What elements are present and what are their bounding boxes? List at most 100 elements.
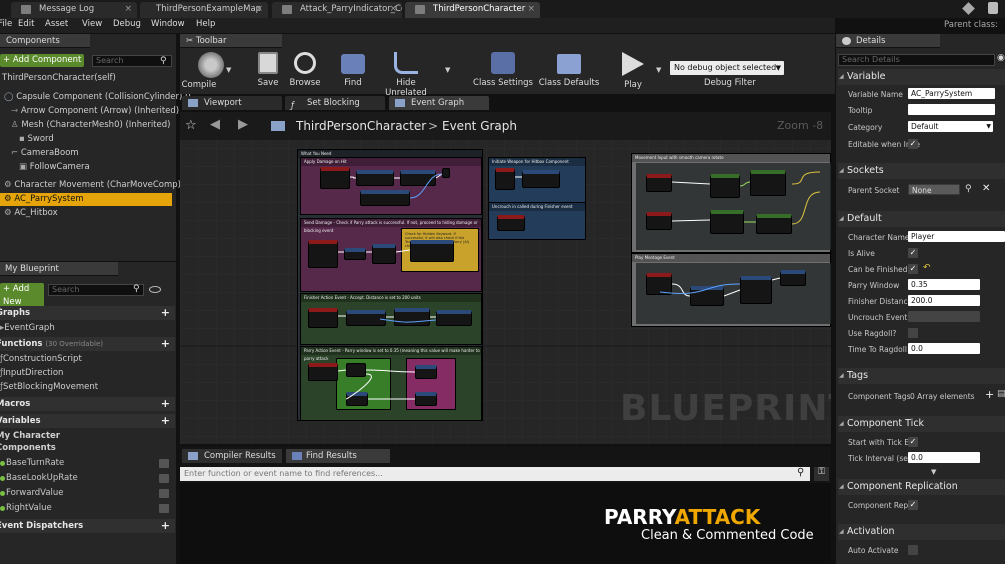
- menu-asset[interactable]: Asset: [45, 19, 68, 29]
- add-dispatcher-icon[interactable]: +: [161, 520, 170, 532]
- menu-file[interactable]: File: [0, 19, 12, 29]
- tab-message-log[interactable]: Message Log ×: [11, 2, 137, 18]
- add-variable-icon[interactable]: +: [161, 415, 170, 427]
- class-settings-button[interactable]: Class Settings: [472, 52, 534, 88]
- compile-options-chevron-icon[interactable]: ▼: [226, 66, 231, 74]
- activation-section[interactable]: Activation: [838, 524, 1005, 540]
- menu-help[interactable]: Help: [196, 19, 215, 29]
- close-icon[interactable]: ×: [527, 2, 535, 17]
- find-references-input[interactable]: Enter function or event name to find ref…: [180, 467, 810, 481]
- parry-window-field[interactable]: 0.35: [908, 279, 980, 290]
- close-icon[interactable]: ×: [124, 2, 132, 17]
- variable-section[interactable]: Variable: [838, 69, 1005, 85]
- component-replicates-checkbox[interactable]: ✓: [908, 500, 918, 510]
- hide-unrelated-button[interactable]: Hide Unrelated: [376, 52, 436, 98]
- variables-section[interactable]: Variables +: [0, 414, 175, 428]
- close-icon[interactable]: ×: [255, 2, 263, 17]
- blueprint-search-input[interactable]: Search: [48, 284, 144, 296]
- component-camera-boom[interactable]: ⌐ CameraBoom: [11, 147, 79, 160]
- component-arrow[interactable]: → Arrow Component (Arrow) (Inherited): [11, 105, 179, 118]
- component-capsule[interactable]: ◯ Capsule Component (CollisionCylinder) …: [4, 91, 191, 104]
- tab-map[interactable]: ThirdPersonExampleMap ×: [140, 2, 268, 18]
- event-dispatchers-section[interactable]: Event Dispatchers +: [0, 519, 175, 533]
- function-set-blocking-movement[interactable]: ƒSetBlockingMovement: [0, 381, 98, 394]
- find-in-all-blueprints-icon[interactable]: ⚿: [814, 467, 829, 481]
- user-icon[interactable]: [988, 2, 998, 14]
- eye-icon[interactable]: [159, 474, 169, 483]
- sockets-section[interactable]: Sockets: [838, 163, 1005, 179]
- tab-parry-indicator[interactable]: Attack_ParryIndicator_Co ×: [272, 2, 402, 18]
- component-self[interactable]: ThirdPersonCharacter(self): [2, 72, 116, 85]
- component-hitbox[interactable]: ⚙ AC_Hitbox: [4, 207, 58, 220]
- can-be-finished-checkbox[interactable]: ✓: [908, 264, 918, 274]
- character-name-field[interactable]: Player: [908, 231, 1005, 242]
- variable-right-value[interactable]: RightValue: [0, 501, 175, 516]
- tooltip-field[interactable]: [908, 104, 995, 115]
- component-character-movement[interactable]: ⚙ Character Movement (CharMoveComp) (In: [4, 179, 195, 192]
- add-component-button[interactable]: + Add Component: [0, 54, 84, 67]
- add-function-icon[interactable]: +: [161, 338, 170, 350]
- compile-button[interactable]: Compile: [176, 52, 224, 90]
- find-button[interactable]: Find: [330, 52, 376, 88]
- source-control-icon[interactable]: [962, 2, 975, 15]
- editable-checkbox[interactable]: ✓: [908, 139, 918, 149]
- time-to-ragdoll-field[interactable]: 0.0: [908, 343, 980, 354]
- functions-section[interactable]: Functions (30 Overridable) +: [0, 337, 175, 351]
- tab-third-person-character[interactable]: ThirdPersonCharacter ×: [405, 2, 540, 18]
- add-graph-icon[interactable]: +: [161, 307, 170, 319]
- expand-advanced-icon[interactable]: ▼: [931, 468, 936, 476]
- is-alive-checkbox[interactable]: ✓: [908, 248, 918, 258]
- menu-view[interactable]: View: [82, 19, 102, 29]
- tags-section[interactable]: Tags: [838, 368, 1005, 384]
- details-search-input[interactable]: Search Details: [838, 54, 995, 66]
- tab-set-blocking-move[interactable]: ƒSet Blocking Move: [285, 96, 385, 122]
- component-tick-section[interactable]: Component Tick: [838, 416, 1005, 432]
- clear-icon[interactable]: ✕: [982, 183, 990, 194]
- debug-object-select[interactable]: No debug object selected ▼: [670, 61, 784, 75]
- visibility-eye-icon[interactable]: [149, 286, 161, 293]
- class-defaults-button[interactable]: Class Defaults: [538, 52, 600, 88]
- category-select[interactable]: Default ▼: [908, 121, 993, 132]
- tab-compiler-results[interactable]: Compiler Results: [182, 449, 282, 463]
- event-graph-canvas[interactable]: ☆ ◀ ▶ ThirdPersonCharacter > Event Graph…: [180, 112, 831, 444]
- variable-name-field[interactable]: AC_ParrySystem: [908, 88, 995, 99]
- reset-to-default-icon[interactable]: ↶: [923, 263, 931, 273]
- function-input-direction[interactable]: ƒInputDirection: [0, 367, 63, 380]
- play-button[interactable]: Play: [610, 52, 656, 90]
- variable-forward-value[interactable]: ForwardValue: [0, 486, 175, 501]
- tick-interval-field[interactable]: 0.0: [908, 452, 980, 463]
- component-sword[interactable]: ▪ Sword: [19, 133, 54, 146]
- search-icon[interactable]: ⚲: [965, 184, 972, 194]
- add-element-icon[interactable]: +: [985, 388, 994, 401]
- hide-unrelated-chevron-icon[interactable]: ▼: [445, 66, 450, 74]
- auto-activate-checkbox[interactable]: [908, 545, 918, 555]
- visibility-eye-icon[interactable]: ◉: [997, 53, 1005, 63]
- eye-icon[interactable]: [159, 459, 169, 468]
- function-construction-script[interactable]: ƒConstructionScript: [0, 353, 82, 366]
- default-section[interactable]: Default: [838, 211, 1005, 227]
- close-icon[interactable]: ×: [389, 2, 397, 17]
- variable-group-components[interactable]: Components: [0, 442, 56, 455]
- clear-array-icon[interactable]: ▤: [997, 389, 1005, 399]
- component-follow-camera[interactable]: ▣ FollowCamera: [19, 161, 90, 174]
- play-options-chevron-icon[interactable]: ▼: [656, 66, 661, 74]
- menu-window[interactable]: Window: [151, 19, 185, 29]
- graphs-section[interactable]: Graphs+: [0, 306, 175, 320]
- menu-debug[interactable]: Debug: [113, 19, 141, 29]
- tab-viewport[interactable]: Viewport: [182, 96, 282, 110]
- macros-section[interactable]: Macros +: [0, 397, 175, 411]
- variable-base-look-up-rate[interactable]: BaseLookUpRate: [0, 471, 175, 486]
- tab-event-graph[interactable]: Event Graph: [389, 96, 489, 110]
- start-tick-checkbox[interactable]: ✓: [908, 437, 918, 447]
- event-graph-item[interactable]: ▸EventGraph: [0, 322, 55, 335]
- component-replication-section[interactable]: Component Replication: [838, 479, 1005, 495]
- eye-icon[interactable]: [159, 489, 169, 498]
- finisher-distance-field[interactable]: 200.0: [908, 295, 980, 306]
- tab-find-results[interactable]: Find Results: [286, 449, 390, 463]
- component-mesh[interactable]: ♙ Mesh (CharacterMesh0) (Inherited): [11, 119, 170, 132]
- add-macro-icon[interactable]: +: [161, 398, 170, 410]
- parent-socket-field[interactable]: None: [908, 184, 960, 195]
- eye-icon[interactable]: [159, 504, 169, 513]
- use-ragdoll-checkbox[interactable]: [908, 328, 918, 338]
- component-parry-system[interactable]: ⚙ AC_ParrySystem: [0, 193, 172, 206]
